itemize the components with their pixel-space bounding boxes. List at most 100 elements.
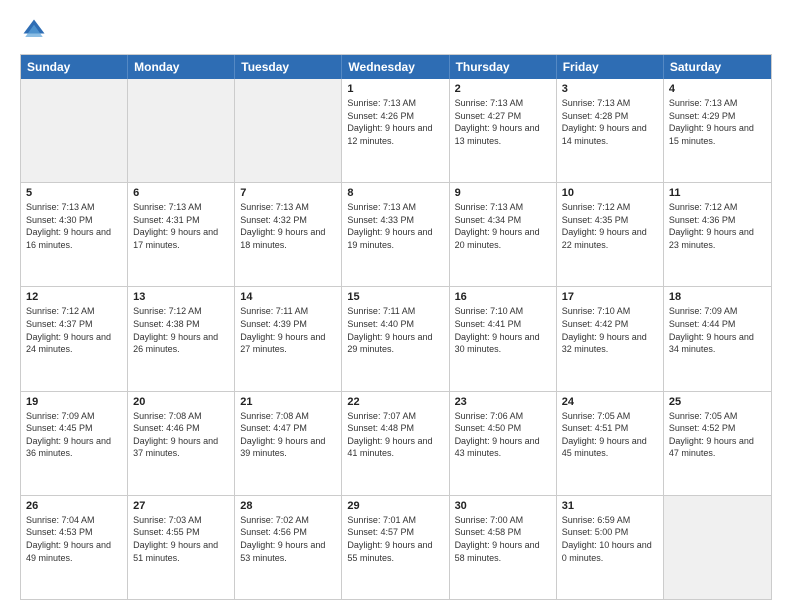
- calendar-cell-day-7: 7Sunrise: 7:13 AM Sunset: 4:32 PM Daylig…: [235, 183, 342, 286]
- cell-info: Sunrise: 7:04 AM Sunset: 4:53 PM Dayligh…: [26, 514, 122, 564]
- day-number: 11: [669, 187, 766, 199]
- day-number: 27: [133, 500, 229, 512]
- cell-info: Sunrise: 7:08 AM Sunset: 4:47 PM Dayligh…: [240, 410, 336, 460]
- cell-info: Sunrise: 7:10 AM Sunset: 4:42 PM Dayligh…: [562, 305, 658, 355]
- calendar-cell-day-31: 31 Sunrise: 6:59 AM Sunset: 5:00 PM Dayli…: [557, 496, 664, 599]
- day-number: 31: [562, 500, 658, 512]
- cell-info: Sunrise: 7:00 AM Sunset: 4:58 PM Dayligh…: [455, 514, 551, 564]
- cell-info: Sunrise: 7:12 AM Sunset: 4:38 PM Dayligh…: [133, 305, 229, 355]
- header-day-wednesday: Wednesday: [342, 55, 449, 79]
- calendar: SundayMondayTuesdayWednesdayThursdayFrid…: [20, 54, 772, 600]
- calendar-cell-day-4: 4 Sunrise: 7:13 AM Sunset: 4:29 PM Daylig…: [664, 79, 771, 182]
- day-number: 22: [347, 396, 443, 408]
- day-number: 18: [669, 291, 766, 303]
- calendar-cell-empty: [21, 79, 128, 182]
- day-number: 20: [133, 396, 229, 408]
- day-number: 26: [26, 500, 122, 512]
- cell-info: Sunrise: 7:13 AM Sunset: 4:30 PM Dayligh…: [26, 201, 122, 251]
- calendar-cell-day-22: 22 Sunrise: 7:07 AM Sunset: 4:48 PM Dayli…: [342, 392, 449, 495]
- day-number: 10: [562, 187, 658, 199]
- day-number: 23: [455, 396, 551, 408]
- cell-info: Sunrise: 7:13 AM Sunset: 4:27 PM Dayligh…: [455, 97, 551, 147]
- calendar-body: 1 Sunrise: 7:13 AM Sunset: 4:26 PM Daylig…: [21, 79, 771, 599]
- calendar-cell-day-2: 2Sunrise: 7:13 AM Sunset: 4:27 PM Daylig…: [450, 79, 557, 182]
- calendar-row-3: 12 Sunrise: 7:12 AM Sunset: 4:37 PM Dayli…: [21, 286, 771, 390]
- calendar-cell-day-3: 3 Sunrise: 7:13 AM Sunset: 4:28 PM Daylig…: [557, 79, 664, 182]
- calendar-cell-day-6: 6Sunrise: 7:13 AM Sunset: 4:31 PM Daylig…: [128, 183, 235, 286]
- page: SundayMondayTuesdayWednesdayThursdayFrid…: [0, 0, 792, 612]
- cell-info: Sunrise: 7:09 AM Sunset: 4:44 PM Dayligh…: [669, 305, 766, 355]
- calendar-cell-day-27: 27 Sunrise: 7:03 AM Sunset: 4:55 PM Dayli…: [128, 496, 235, 599]
- calendar-cell-day-9: 9 Sunrise: 7:13 AM Sunset: 4:34 PM Daylig…: [450, 183, 557, 286]
- header-day-saturday: Saturday: [664, 55, 771, 79]
- calendar-cell-day-12: 12 Sunrise: 7:12 AM Sunset: 4:37 PM Dayli…: [21, 287, 128, 390]
- calendar-row-2: 5 Sunrise: 7:13 AM Sunset: 4:30 PM Daylig…: [21, 182, 771, 286]
- calendar-cell-day-15: 15 Sunrise: 7:11 AM Sunset: 4:40 PM Dayli…: [342, 287, 449, 390]
- day-number: 15: [347, 291, 443, 303]
- calendar-cell-day-24: 24 Sunrise: 7:05 AM Sunset: 4:51 PM Dayli…: [557, 392, 664, 495]
- day-number: 24: [562, 396, 658, 408]
- day-number: 6: [133, 187, 229, 199]
- calendar-cell-day-5: 5 Sunrise: 7:13 AM Sunset: 4:30 PM Daylig…: [21, 183, 128, 286]
- cell-info: Sunrise: 6:59 AM Sunset: 5:00 PM Dayligh…: [562, 514, 658, 564]
- header-day-thursday: Thursday: [450, 55, 557, 79]
- calendar-row-5: 26 Sunrise: 7:04 AM Sunset: 4:53 PM Dayli…: [21, 495, 771, 599]
- cell-info: Sunrise: 7:13 AM Sunset: 4:32 PM Dayligh…: [240, 201, 336, 251]
- calendar-cell-day-1: 1 Sunrise: 7:13 AM Sunset: 4:26 PM Daylig…: [342, 79, 449, 182]
- calendar-cell-day-28: 28Sunrise: 7:02 AM Sunset: 4:56 PM Dayli…: [235, 496, 342, 599]
- calendar-cell-day-11: 11 Sunrise: 7:12 AM Sunset: 4:36 PM Dayli…: [664, 183, 771, 286]
- day-number: 9: [455, 187, 551, 199]
- cell-info: Sunrise: 7:02 AM Sunset: 4:56 PM Dayligh…: [240, 514, 336, 564]
- day-number: 29: [347, 500, 443, 512]
- calendar-cell-day-26: 26 Sunrise: 7:04 AM Sunset: 4:53 PM Dayli…: [21, 496, 128, 599]
- calendar-row-4: 19Sunrise: 7:09 AM Sunset: 4:45 PM Dayli…: [21, 391, 771, 495]
- cell-info: Sunrise: 7:03 AM Sunset: 4:55 PM Dayligh…: [133, 514, 229, 564]
- day-number: 5: [26, 187, 122, 199]
- header-day-monday: Monday: [128, 55, 235, 79]
- calendar-header-row: SundayMondayTuesdayWednesdayThursdayFrid…: [21, 55, 771, 79]
- cell-info: Sunrise: 7:12 AM Sunset: 4:36 PM Dayligh…: [669, 201, 766, 251]
- calendar-cell-day-8: 8Sunrise: 7:13 AM Sunset: 4:33 PM Daylig…: [342, 183, 449, 286]
- calendar-cell-day-30: 30Sunrise: 7:00 AM Sunset: 4:58 PM Dayli…: [450, 496, 557, 599]
- day-number: 17: [562, 291, 658, 303]
- day-number: 1: [347, 83, 443, 95]
- calendar-cell-day-29: 29Sunrise: 7:01 AM Sunset: 4:57 PM Dayli…: [342, 496, 449, 599]
- day-number: 4: [669, 83, 766, 95]
- calendar-cell-day-10: 10 Sunrise: 7:12 AM Sunset: 4:35 PM Dayli…: [557, 183, 664, 286]
- cell-info: Sunrise: 7:07 AM Sunset: 4:48 PM Dayligh…: [347, 410, 443, 460]
- day-number: 25: [669, 396, 766, 408]
- day-number: 13: [133, 291, 229, 303]
- cell-info: Sunrise: 7:13 AM Sunset: 4:26 PM Dayligh…: [347, 97, 443, 147]
- day-number: 3: [562, 83, 658, 95]
- day-number: 16: [455, 291, 551, 303]
- day-number: 12: [26, 291, 122, 303]
- day-number: 14: [240, 291, 336, 303]
- logo: [20, 16, 52, 44]
- logo-icon: [20, 16, 48, 44]
- cell-info: Sunrise: 7:11 AM Sunset: 4:40 PM Dayligh…: [347, 305, 443, 355]
- calendar-cell-day-17: 17 Sunrise: 7:10 AM Sunset: 4:42 PM Dayli…: [557, 287, 664, 390]
- cell-info: Sunrise: 7:12 AM Sunset: 4:35 PM Dayligh…: [562, 201, 658, 251]
- calendar-cell-day-19: 19Sunrise: 7:09 AM Sunset: 4:45 PM Dayli…: [21, 392, 128, 495]
- day-number: 8: [347, 187, 443, 199]
- cell-info: Sunrise: 7:13 AM Sunset: 4:29 PM Dayligh…: [669, 97, 766, 147]
- cell-info: Sunrise: 7:13 AM Sunset: 4:28 PM Dayligh…: [562, 97, 658, 147]
- cell-info: Sunrise: 7:05 AM Sunset: 4:51 PM Dayligh…: [562, 410, 658, 460]
- cell-info: Sunrise: 7:10 AM Sunset: 4:41 PM Dayligh…: [455, 305, 551, 355]
- cell-info: Sunrise: 7:13 AM Sunset: 4:34 PM Dayligh…: [455, 201, 551, 251]
- calendar-cell-day-13: 13 Sunrise: 7:12 AM Sunset: 4:38 PM Dayli…: [128, 287, 235, 390]
- calendar-cell-empty: [235, 79, 342, 182]
- cell-info: Sunrise: 7:12 AM Sunset: 4:37 PM Dayligh…: [26, 305, 122, 355]
- calendar-cell-day-14: 14Sunrise: 7:11 AM Sunset: 4:39 PM Dayli…: [235, 287, 342, 390]
- day-number: 19: [26, 396, 122, 408]
- cell-info: Sunrise: 7:05 AM Sunset: 4:52 PM Dayligh…: [669, 410, 766, 460]
- cell-info: Sunrise: 7:08 AM Sunset: 4:46 PM Dayligh…: [133, 410, 229, 460]
- header-day-tuesday: Tuesday: [235, 55, 342, 79]
- calendar-cell-day-20: 20 Sunrise: 7:08 AM Sunset: 4:46 PM Dayli…: [128, 392, 235, 495]
- calendar-cell-empty: [664, 496, 771, 599]
- calendar-cell-day-16: 16 Sunrise: 7:10 AM Sunset: 4:41 PM Dayli…: [450, 287, 557, 390]
- calendar-cell-day-25: 25 Sunrise: 7:05 AM Sunset: 4:52 PM Dayli…: [664, 392, 771, 495]
- header: [20, 16, 772, 44]
- day-number: 21: [240, 396, 336, 408]
- header-day-friday: Friday: [557, 55, 664, 79]
